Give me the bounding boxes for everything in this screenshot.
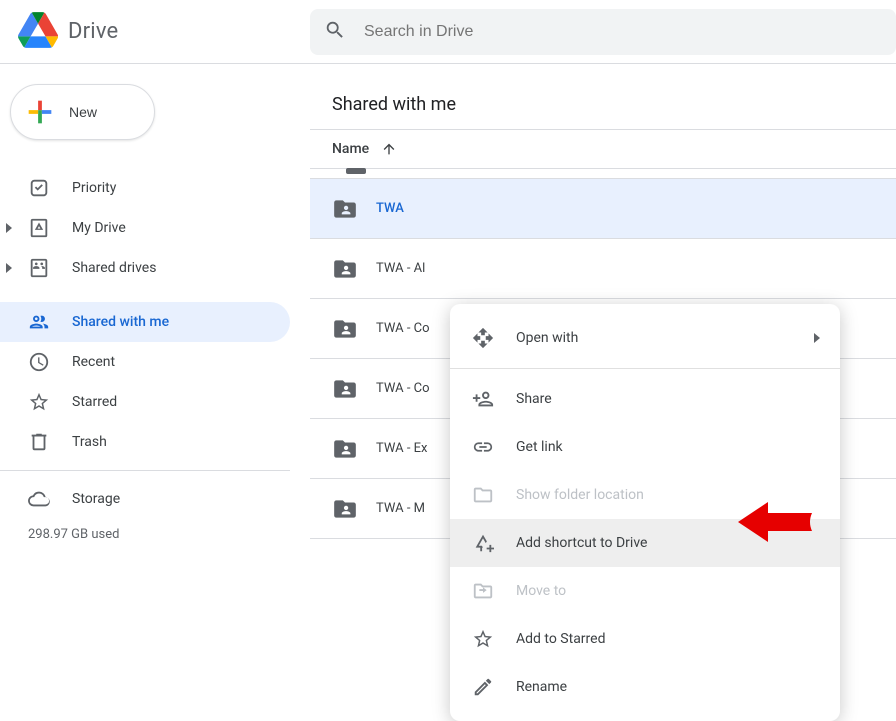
sidebar-item-my-drive[interactable]: My Drive: [0, 208, 290, 248]
ctx-label: Add to Starred: [516, 631, 605, 647]
ctx-open-with[interactable]: Open with: [450, 314, 840, 362]
new-button-label: New: [69, 104, 97, 120]
ctx-label: Show folder location: [516, 487, 644, 503]
file-name: TWA - Ex: [376, 441, 427, 456]
star-outline-icon: [472, 628, 494, 650]
sidebar-item-recent[interactable]: Recent: [0, 342, 290, 382]
shared-folder-icon: [332, 436, 358, 462]
move-to-icon: [472, 580, 494, 602]
ctx-get-link[interactable]: Get link: [450, 423, 840, 471]
sidebar-item-trash[interactable]: Trash: [0, 422, 290, 462]
sidebar-item-label: Shared drives: [72, 260, 156, 276]
recent-icon: [28, 351, 50, 373]
expand-icon[interactable]: [6, 223, 12, 233]
shared-folder-icon: [332, 496, 358, 522]
ctx-label: Add shortcut to Drive: [516, 535, 647, 551]
sidebar-item-label: Trash: [72, 434, 107, 450]
shared-folder-icon: [332, 256, 358, 282]
ctx-add-to-starred[interactable]: Add to Starred: [450, 615, 840, 663]
sidebar-item-shared-with-me[interactable]: Shared with me: [0, 302, 290, 342]
search-bar[interactable]: [310, 9, 896, 55]
file-name: TWA - M: [376, 501, 425, 516]
sidebar-item-label: Priority: [72, 180, 116, 196]
file-row[interactable]: TWA: [310, 179, 896, 239]
sidebar-item-shared-drives[interactable]: Shared drives: [0, 248, 290, 288]
sidebar-item-label: Recent: [72, 354, 115, 370]
sidebar-item-storage[interactable]: Storage: [0, 479, 290, 519]
shared-folder-icon: [332, 376, 358, 402]
priority-icon: [28, 177, 50, 199]
new-button[interactable]: New: [10, 84, 155, 140]
my-drive-icon: [28, 217, 50, 239]
expand-icon[interactable]: [6, 263, 12, 273]
folder-icon: [472, 484, 494, 506]
ctx-rename[interactable]: Rename: [450, 663, 840, 711]
shared-with-me-icon: [28, 311, 50, 333]
add-shortcut-icon: [472, 532, 494, 554]
column-name-label: Name: [332, 141, 369, 157]
plus-icon: [23, 95, 57, 129]
file-name: TWA - Al: [376, 261, 425, 276]
sidebar-item-priority[interactable]: Priority: [0, 168, 290, 208]
storage-icon: [28, 488, 50, 510]
link-icon: [472, 436, 494, 458]
file-row[interactable]: TWA - Al: [310, 239, 896, 299]
ctx-label: Share: [516, 391, 552, 407]
submenu-chevron-icon: [814, 333, 820, 343]
sidebar-item-starred[interactable]: Starred: [0, 382, 290, 422]
annotation-arrow: [738, 498, 812, 550]
truncated-row-indicator: [310, 169, 896, 179]
file-name: TWA - Co: [376, 321, 430, 336]
sidebar-item-label: My Drive: [72, 220, 126, 236]
ctx-label: Rename: [516, 679, 567, 695]
person-add-icon: [472, 388, 494, 410]
ctx-label: Move to: [516, 583, 566, 599]
drive-logo-icon: [18, 10, 58, 54]
sidebar-divider: [0, 470, 290, 471]
page-title: Shared with me: [310, 64, 896, 129]
ctx-move-to: Move to: [450, 567, 840, 615]
search-icon: [324, 19, 346, 45]
shared-drives-icon: [28, 257, 50, 279]
brand-area[interactable]: Drive: [0, 10, 310, 54]
ctx-label: Get link: [516, 439, 563, 455]
ctx-share[interactable]: Share: [450, 375, 840, 423]
file-name: TWA - Co: [376, 381, 430, 396]
rename-icon: [472, 676, 494, 698]
starred-icon: [28, 391, 50, 413]
column-header[interactable]: Name: [310, 129, 896, 169]
search-input[interactable]: [364, 23, 822, 41]
brand-name: Drive: [68, 19, 118, 44]
sidebar-item-label: Shared with me: [72, 314, 169, 330]
sidebar-item-label: Storage: [72, 491, 120, 507]
ctx-label: Open with: [516, 330, 578, 346]
shared-folder-icon: [332, 196, 358, 222]
file-name: TWA: [376, 201, 404, 216]
shared-folder-icon: [332, 316, 358, 342]
ctx-divider: [450, 368, 840, 369]
open-with-icon: [472, 327, 494, 349]
arrow-up-icon: [381, 141, 397, 157]
storage-used-text: 298.97 GB used: [0, 527, 290, 542]
sidebar-item-label: Starred: [72, 394, 117, 410]
trash-icon: [28, 431, 50, 453]
